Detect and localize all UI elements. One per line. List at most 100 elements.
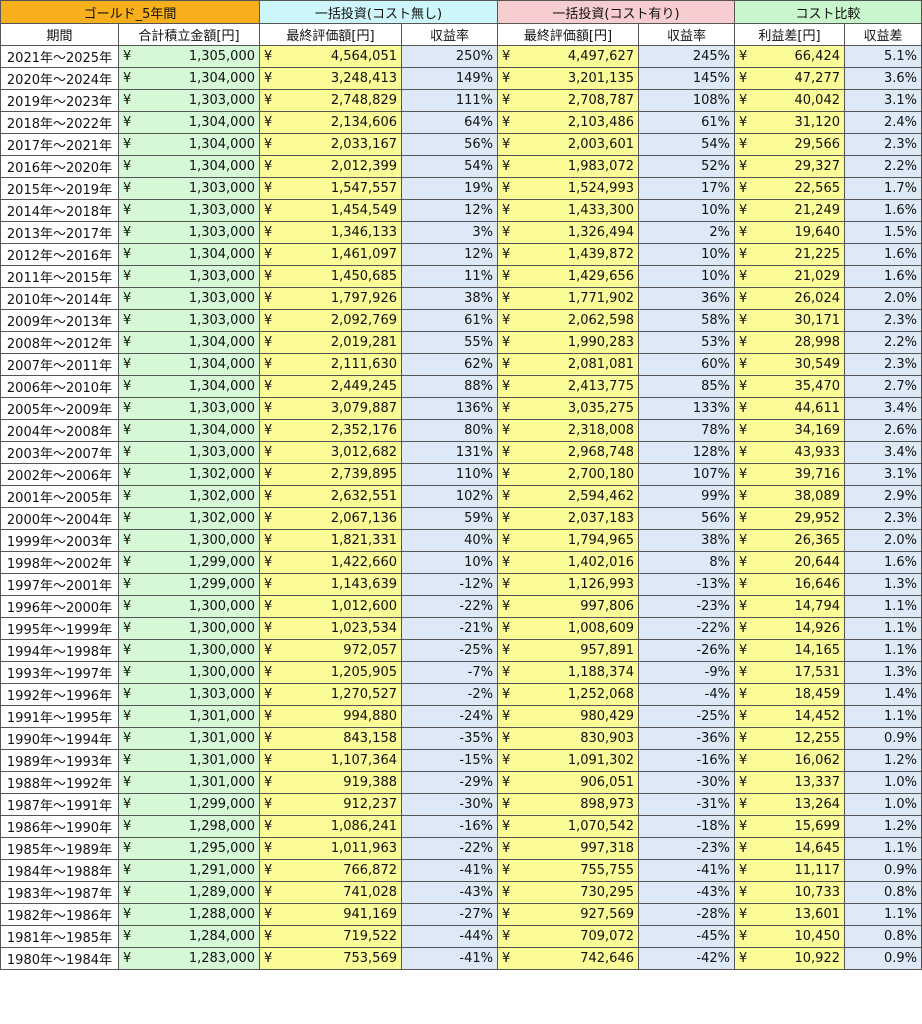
profit-difference-cell: ¥10,450 [734,925,845,948]
return-with-cost-cell: -22% [638,617,735,640]
return-with-cost-cell: 245% [638,45,735,68]
amount-value: 14,794 [794,599,841,614]
profit-difference-cell: ¥12,255 [734,727,845,750]
profit-difference-cell: ¥28,998 [734,331,845,354]
amount-value: 997,318 [580,841,634,856]
amount-value: 3,201,135 [567,71,634,86]
return-no-cost-cell: -44% [401,925,498,948]
profit-difference-cell: ¥43,933 [734,441,845,464]
amount-value: 21,225 [794,247,841,262]
yen-symbol: ¥ [502,841,511,856]
table-row: 1985年～1989年 ¥1,295,000 ¥1,011,963 -22% ¥997,… [0,837,922,860]
return-no-cost-cell: 12% [401,199,498,222]
return-with-cost-cell: -4% [638,683,735,706]
yen-symbol: ¥ [123,423,132,438]
amount-value: 14,926 [794,621,841,636]
amount-value: 1,300,000 [188,599,255,614]
period-cell: 1989年～1993年 [0,749,119,772]
final-value-no-cost-cell: ¥1,107,364 [259,749,402,772]
amount-value: 1,300,000 [188,665,255,680]
return-with-cost-cell: -31% [638,793,735,816]
profit-difference-cell: ¥21,225 [734,243,845,266]
amount-value: 1,983,072 [567,159,634,174]
total-contribution-cell: ¥1,299,000 [118,793,260,816]
total-contribution-cell: ¥1,304,000 [118,155,260,178]
amount-value: 730,295 [580,885,634,900]
yen-symbol: ¥ [123,269,132,284]
return-with-cost-cell: -43% [638,881,735,904]
amount-value: 1,300,000 [188,533,255,548]
amount-value: 1,304,000 [188,71,255,86]
amount-value: 1,302,000 [188,467,255,482]
group-header-with-cost: 一括投資(コスト有り) [497,0,735,24]
amount-value: 1,304,000 [188,247,255,262]
table-row: 2021年～2025年 ¥1,305,000 ¥4,564,051 250% ¥4,49… [0,45,922,68]
final-value-no-cost-cell: ¥1,346,133 [259,221,402,244]
amount-value: 1,301,000 [188,731,255,746]
return-with-cost-cell: 128% [638,441,735,464]
return-with-cost-cell: -30% [638,771,735,794]
return-no-cost-cell: 88% [401,375,498,398]
yen-symbol: ¥ [123,929,132,944]
return-with-cost-cell: 54% [638,133,735,156]
return-difference-cell: 1.2% [843,815,922,838]
amount-value: 2,318,008 [567,423,634,438]
return-difference-cell: 1.0% [843,793,922,816]
yen-symbol: ¥ [739,445,748,460]
amount-value: 21,249 [794,203,841,218]
yen-symbol: ¥ [502,269,511,284]
amount-value: 1,070,542 [567,819,634,834]
final-value-no-cost-cell: ¥1,422,660 [259,551,402,574]
period-cell: 2002年～2006年 [0,463,119,486]
group-header-cost-compare: コスト比較 [733,0,922,24]
final-value-no-cost-cell: ¥2,111,630 [259,353,402,376]
return-difference-cell: 1.5% [843,221,922,244]
profit-difference-cell: ¥18,459 [734,683,845,706]
final-value-with-cost-cell: ¥2,081,081 [497,353,639,376]
amount-value: 906,051 [580,775,634,790]
amount-value: 1,301,000 [188,709,255,724]
amount-value: 1,303,000 [188,687,255,702]
yen-symbol: ¥ [502,709,511,724]
amount-value: 1,283,000 [188,951,255,966]
amount-value: 1,547,557 [330,181,397,196]
return-difference-cell: 2.0% [843,529,922,552]
final-value-with-cost-cell: ¥2,103,486 [497,111,639,134]
return-with-cost-cell: -18% [638,815,735,838]
profit-difference-cell: ¥13,264 [734,793,845,816]
final-value-with-cost-cell: ¥2,700,180 [497,463,639,486]
return-no-cost-cell: -25% [401,639,498,662]
return-difference-cell: 3.1% [843,89,922,112]
period-cell: 1992年～1996年 [0,683,119,706]
return-no-cost-cell: -7% [401,661,498,684]
final-value-with-cost-cell: ¥1,439,872 [497,243,639,266]
amount-value: 912,237 [343,797,397,812]
return-difference-cell: 0.8% [843,925,922,948]
final-value-no-cost-cell: ¥3,012,682 [259,441,402,464]
table-row: 2003年～2007年 ¥1,303,000 ¥3,012,682 131% ¥2,96… [0,441,922,464]
amount-value: 2,019,281 [330,335,397,350]
amount-value: 29,566 [794,137,841,152]
profit-difference-cell: ¥19,640 [734,221,845,244]
return-no-cost-cell: 102% [401,485,498,508]
profit-difference-cell: ¥14,645 [734,837,845,860]
amount-value: 2,081,081 [567,357,634,372]
yen-symbol: ¥ [264,203,273,218]
yen-symbol: ¥ [264,379,273,394]
period-cell: 1995年～1999年 [0,617,119,640]
profit-difference-cell: ¥22,565 [734,177,845,200]
final-value-with-cost-cell: ¥2,318,008 [497,419,639,442]
period-cell: 2016年～2020年 [0,155,119,178]
amount-value: 13,601 [794,907,841,922]
return-no-cost-cell: 10% [401,551,498,574]
yen-symbol: ¥ [502,247,511,262]
yen-symbol: ¥ [739,137,748,152]
final-value-with-cost-cell: ¥898,973 [497,793,639,816]
amount-value: 18,459 [794,687,841,702]
return-difference-cell: 2.3% [843,507,922,530]
return-no-cost-cell: 61% [401,309,498,332]
final-value-with-cost-cell: ¥2,708,787 [497,89,639,112]
return-with-cost-cell: 78% [638,419,735,442]
total-contribution-cell: ¥1,302,000 [118,507,260,530]
yen-symbol: ¥ [739,709,748,724]
